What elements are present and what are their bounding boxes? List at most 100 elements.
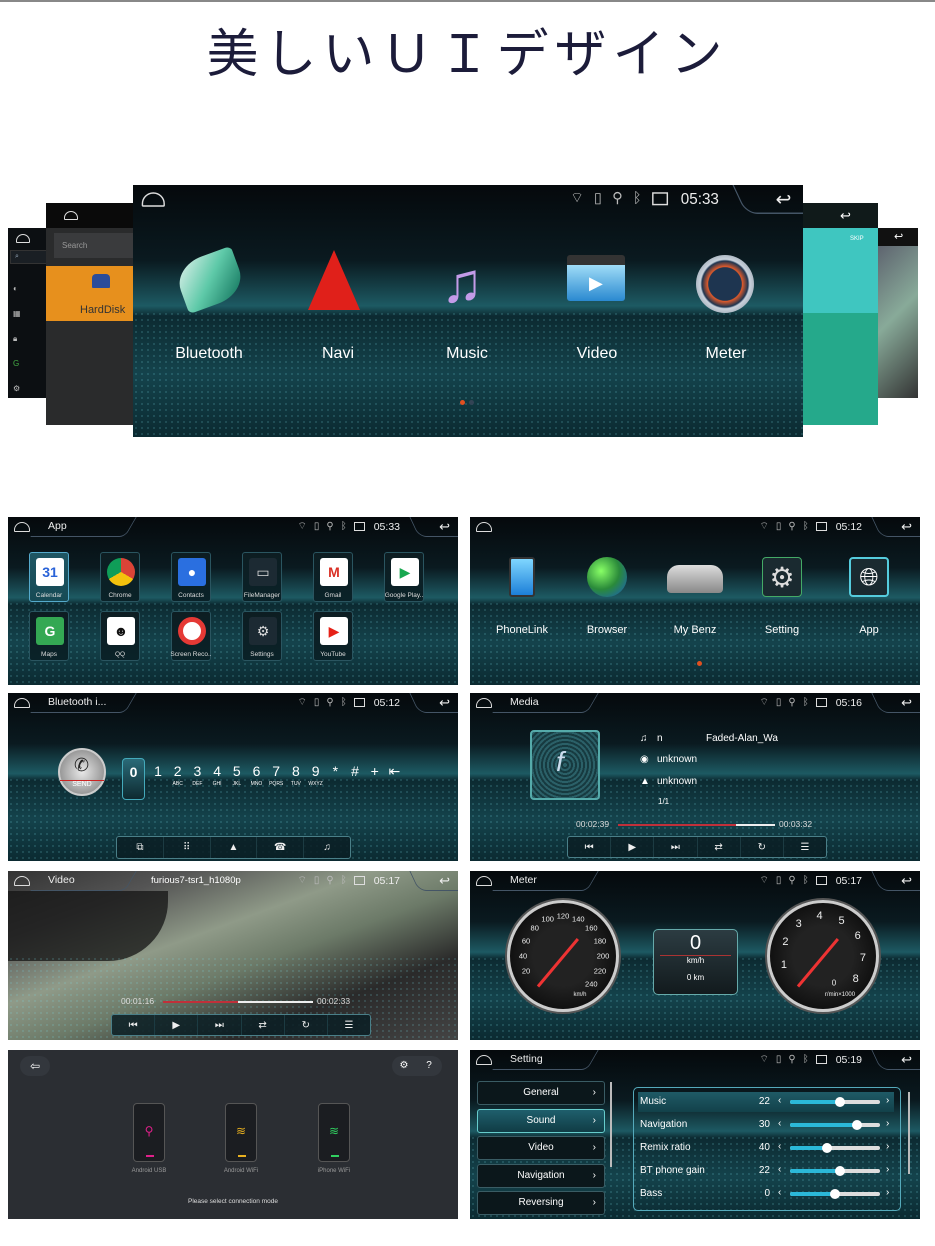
exit-button[interactable]: ⇦ (20, 1056, 50, 1076)
repeat-button[interactable]: ↻ (285, 1015, 328, 1035)
globe-icon[interactable] (587, 557, 627, 597)
back-icon[interactable]: ↩ (439, 519, 450, 535)
phone-option-android-usb[interactable]: ⚲ (133, 1103, 165, 1162)
app-tile-screenreco[interactable]: ● Screen Reco.. (170, 611, 212, 661)
hero-app-label[interactable]: Bluetooth (159, 345, 259, 363)
slider-track[interactable] (790, 1097, 880, 1107)
slider-track[interactable] (790, 1166, 880, 1176)
back-icon[interactable]: ↩ (901, 519, 912, 535)
menu-video[interactable]: Video › (477, 1136, 605, 1160)
slider-track[interactable] (790, 1189, 880, 1199)
screen-icon[interactable] (353, 876, 365, 885)
repeat-button[interactable]: ↻ (741, 837, 784, 857)
home-icon[interactable] (141, 192, 165, 207)
screen-icon[interactable] (815, 522, 827, 531)
bluetooth-app-icon[interactable] (172, 245, 248, 315)
next-button[interactable]: ⏭ (654, 837, 698, 857)
tab-bt-music[interactable]: ♫ (304, 837, 350, 858)
menu-scrollbar[interactable] (610, 1082, 612, 1167)
back-icon[interactable]: ↩ (439, 873, 450, 889)
previous-button[interactable]: ⏮ (568, 837, 612, 857)
tab-contacts-sync[interactable]: ⧉ (117, 837, 164, 858)
decrease-button[interactable]: ‹ (778, 1095, 781, 1106)
home-app-label[interactable]: PhoneLink (482, 624, 562, 636)
clapperboard-icon[interactable]: ▶ (567, 255, 625, 301)
app-tile-filemanager[interactable]: ▭ FileManager (242, 552, 282, 602)
increase-button[interactable]: › (886, 1187, 889, 1198)
screen-icon[interactable] (815, 1055, 827, 1064)
menu-reversing[interactable]: Reversing › (477, 1191, 605, 1215)
page-dot[interactable] (696, 661, 702, 666)
menu-general[interactable]: General › (477, 1081, 605, 1105)
slider-track[interactable] (790, 1143, 880, 1153)
settings-icon[interactable]: ⚙ (392, 1056, 416, 1076)
app-tile-gmail[interactable]: M Gmail (313, 552, 353, 602)
playlist-button[interactable]: ☰ (784, 837, 826, 857)
home-icon[interactable] (14, 522, 30, 532)
dial-key[interactable]: 7 (268, 763, 284, 779)
home-app-label[interactable]: Setting (742, 624, 822, 636)
app-tile-qq[interactable]: ☻ QQ (100, 611, 140, 661)
dial-key[interactable]: 3 (189, 763, 205, 779)
app-tile-chrome[interactable]: Chrome (100, 552, 140, 602)
home-icon[interactable] (476, 698, 492, 708)
navi-arrow-icon[interactable] (308, 250, 360, 310)
search-input[interactable]: Search (54, 233, 136, 258)
car-icon[interactable] (667, 565, 723, 593)
home-app-label[interactable]: My Benz (655, 624, 735, 636)
home-app-label[interactable]: App (829, 624, 909, 636)
phone-option-android-wifi[interactable]: ≋ (225, 1103, 257, 1162)
slider-knob[interactable] (821, 1143, 832, 1153)
page-dot[interactable] (469, 400, 474, 405)
hero-app-label[interactable]: Music (417, 345, 517, 363)
slider-knob[interactable] (851, 1120, 862, 1130)
help-icon[interactable]: ? (416, 1056, 442, 1076)
shuffle-button[interactable]: ⇄ (698, 837, 741, 857)
dial-key[interactable]: 1 (150, 763, 166, 779)
decrease-button[interactable]: ‹ (778, 1164, 781, 1175)
screen-icon[interactable] (815, 698, 827, 707)
send-button[interactable]: ✆ SEND (58, 748, 106, 796)
home-app-label[interactable]: Browser (567, 624, 647, 636)
increase-button[interactable]: › (886, 1141, 889, 1152)
dial-key[interactable]: # (347, 763, 363, 779)
dial-key[interactable]: 4 (209, 763, 225, 779)
shuffle-button[interactable]: ⇄ (242, 1015, 285, 1035)
progress-bar[interactable] (163, 1001, 313, 1003)
speedometer-icon[interactable] (696, 255, 754, 313)
page-dot[interactable] (460, 400, 465, 405)
slider-knob[interactable] (834, 1166, 845, 1176)
app-tile-youtube[interactable]: ▶ YouTube (313, 611, 353, 661)
next-button[interactable]: ⏭ (198, 1015, 242, 1035)
back-icon[interactable]: ↩ (776, 188, 792, 211)
skip-button[interactable]: SKIP (850, 236, 864, 242)
slider-track[interactable] (790, 1120, 880, 1130)
dial-key[interactable]: ⇤ (386, 763, 402, 780)
app-tile-contacts[interactable]: ● Contacts (171, 552, 211, 602)
dial-key[interactable]: * (327, 763, 343, 779)
back-icon[interactable]: ↩ (439, 695, 450, 711)
increase-button[interactable]: › (886, 1095, 889, 1106)
home-icon[interactable] (476, 522, 492, 532)
dial-key[interactable]: 2 (170, 763, 186, 779)
app-tile-googleplay[interactable]: ▶ Google Play.. (384, 552, 424, 602)
music-note-icon[interactable]: ♫ (437, 255, 487, 311)
play-button[interactable]: ▶ (155, 1015, 199, 1035)
home-icon[interactable] (14, 698, 30, 708)
back-icon[interactable]: ↩ (901, 873, 912, 889)
menu-sound[interactable]: Sound › (477, 1108, 605, 1133)
hero-app-label[interactable]: Navi (288, 345, 388, 363)
home-icon[interactable] (14, 876, 30, 886)
dial-key[interactable]: + (367, 763, 383, 779)
app-tile-maps[interactable]: G Maps (29, 611, 69, 661)
previous-button[interactable]: ⏮ (112, 1015, 156, 1035)
playlist-button[interactable]: ☰ (328, 1015, 370, 1035)
dial-key[interactable]: 5 (229, 763, 245, 779)
dial-key[interactable]: 6 (249, 763, 265, 779)
home-icon[interactable] (476, 876, 492, 886)
progress-bar[interactable] (618, 824, 775, 826)
phone-option-iphone-wifi[interactable]: ≋ (318, 1103, 350, 1162)
slider-knob[interactable] (830, 1189, 840, 1199)
dial-key[interactable]: 8 (288, 763, 304, 779)
screen-icon[interactable] (353, 522, 365, 531)
